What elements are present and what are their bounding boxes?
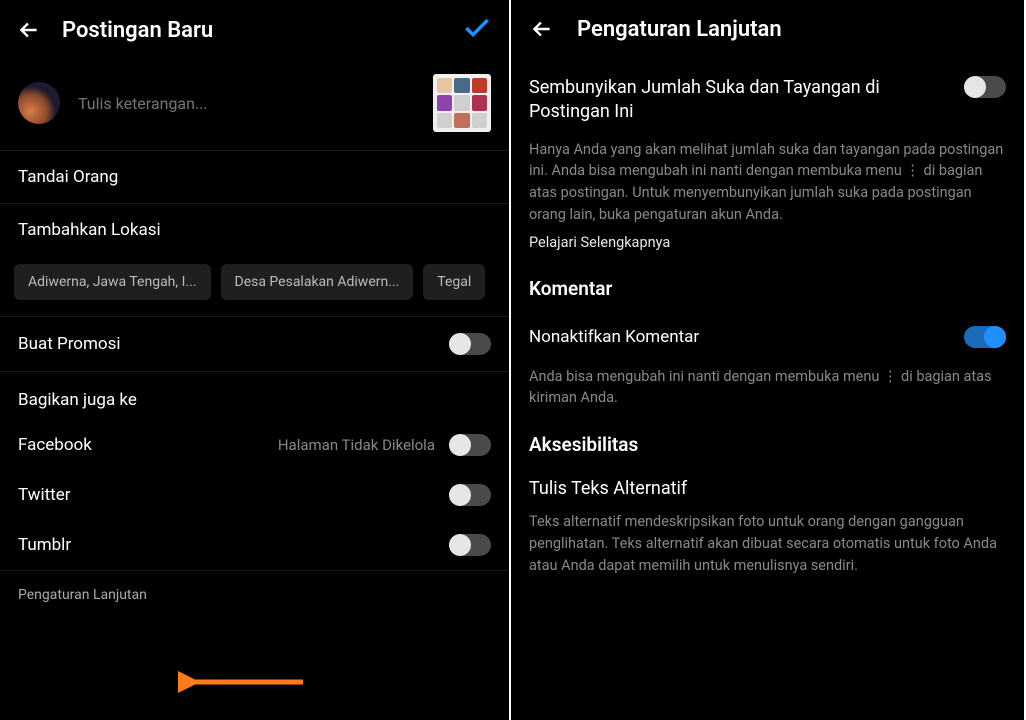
alt-text-title[interactable]: Tulis Teks Alternatif	[511, 462, 1024, 499]
learn-more-link[interactable]: Pelajari Selengkapnya	[529, 234, 670, 259]
new-post-screen: Postingan Baru Tandai Orang Tambahkan Lo…	[0, 0, 511, 720]
tag-people-label: Tandai Orang	[18, 167, 118, 187]
disable-comments-desc: Anda bisa mengubah ini nanti dengan memb…	[511, 354, 1024, 416]
location-chip[interactable]: Tegal	[423, 264, 485, 300]
share-tumblr-toggle[interactable]	[449, 534, 491, 556]
advanced-settings-label: Pengaturan Lanjutan	[18, 587, 147, 603]
share-name: Twitter	[18, 485, 70, 505]
promote-label: Buat Promosi	[18, 334, 121, 354]
alt-text-desc: Teks alternatif mendeskripsikan foto unt…	[511, 499, 1024, 582]
back-icon[interactable]	[16, 17, 42, 43]
advanced-title: Pengaturan Lanjutan	[577, 17, 782, 42]
new-post-title: Postingan Baru	[62, 18, 213, 43]
add-location-row[interactable]: Tambahkan Lokasi	[0, 203, 509, 256]
promote-toggle[interactable]	[449, 333, 491, 355]
promote-row[interactable]: Buat Promosi	[0, 316, 509, 371]
advanced-settings-screen: Pengaturan Lanjutan Sembunyikan Jumlah S…	[511, 0, 1024, 720]
caption-row	[0, 60, 509, 150]
annotation-arrow-icon	[178, 664, 308, 700]
share-facebook-toggle[interactable]	[449, 434, 491, 456]
disable-comments-label: Nonaktifkan Komentar	[529, 327, 699, 347]
share-twitter-row[interactable]: Twitter	[0, 470, 509, 520]
avatar[interactable]	[18, 82, 60, 124]
disable-comments-toggle[interactable]	[964, 326, 1006, 348]
share-name: Tumblr	[18, 535, 71, 555]
tag-people-row[interactable]: Tandai Orang	[0, 150, 509, 203]
accessibility-section-title: Aksesibilitas	[511, 415, 1024, 462]
location-chip[interactable]: Desa Pesalakan Adiwern...	[221, 264, 414, 300]
caption-input[interactable]	[78, 94, 415, 113]
new-post-header: Postingan Baru	[0, 0, 509, 60]
share-name: Facebook	[18, 435, 92, 455]
hide-likes-block: Sembunyikan Jumlah Suka dan Tayangan di …	[511, 58, 1024, 259]
share-facebook-row[interactable]: Facebook Halaman Tidak Dikelola	[0, 420, 509, 470]
hide-likes-desc: Hanya Anda yang akan melihat jumlah suka…	[529, 125, 1006, 232]
advanced-settings-link[interactable]: Pengaturan Lanjutan	[0, 570, 509, 619]
advanced-header: Pengaturan Lanjutan	[511, 0, 1024, 58]
add-location-label: Tambahkan Lokasi	[18, 220, 161, 240]
share-to-label: Bagikan juga ke	[0, 371, 509, 420]
location-suggestions: Adiwerna, Jawa Tengah, I... Desa Pesalak…	[0, 256, 509, 316]
share-sub: Halaman Tidak Dikelola	[278, 436, 435, 454]
share-tumblr-row[interactable]: Tumblr	[0, 520, 509, 570]
disable-comments-row[interactable]: Nonaktifkan Komentar	[511, 306, 1024, 354]
confirm-check-icon[interactable]	[461, 12, 493, 48]
hide-likes-toggle[interactable]	[964, 76, 1006, 98]
hide-likes-title: Sembunyikan Jumlah Suka dan Tayangan di …	[529, 76, 950, 125]
location-chip[interactable]: Adiwerna, Jawa Tengah, I...	[14, 264, 211, 300]
post-thumbnail[interactable]	[433, 74, 491, 132]
comments-section-title: Komentar	[511, 259, 1024, 306]
share-twitter-toggle[interactable]	[449, 484, 491, 506]
back-icon[interactable]	[529, 16, 555, 42]
